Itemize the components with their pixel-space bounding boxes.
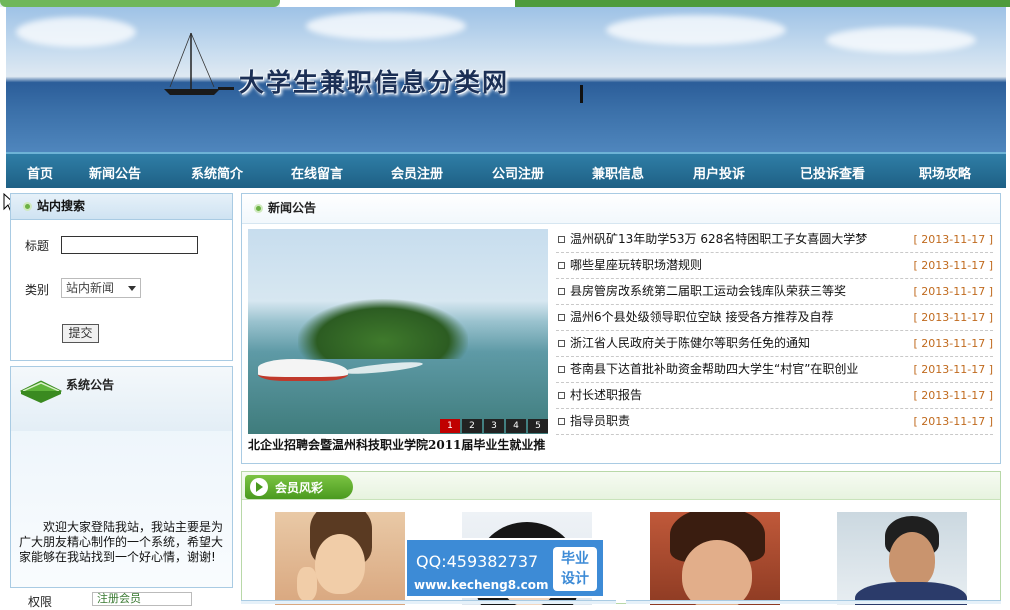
news-item: 县房管房改系统第二届职工运动会钱库队荣获三等奖 [ 2013-11-17 ] [556,279,993,305]
site-title: 大学生兼职信息分类网 [239,68,510,97]
nav-item-member-register[interactable]: 会员注册 [391,163,443,182]
browser-tab-active[interactable] [280,0,515,7]
slideshow-pager: 12345 [438,417,548,433]
browser-tab-strip [0,0,1010,7]
member-photo[interactable] [650,512,780,605]
browser-tab[interactable] [0,0,280,7]
watermark-logo: 毕业 设计 [553,547,597,591]
square-bullet-icon [558,392,565,399]
news-header: 新闻公告 [242,194,1000,224]
nav-item-home[interactable]: 首页 [27,163,53,182]
news-item: 温州矾矿13年助学53万 628名特困职工子女喜圆大学梦 [ 2013-11-17… [556,227,993,253]
news-item: 温州6个县处级领导职位空缺 接受各方推荐及自荐 [ 2013-11-17 ] [556,305,993,331]
members-heading: 会员风彩 [275,481,324,495]
site-search-heading: 站内搜索 [37,199,86,213]
permission-label: 权限 [28,595,53,609]
square-bullet-icon [558,288,565,295]
news-item-title[interactable]: 指导员职责 [570,409,630,434]
sailboat-image [164,32,234,95]
title-label: 标题 [25,239,50,253]
nav-item-career-tips[interactable]: 职场攻略 [919,163,971,182]
nav-item-news[interactable]: 新闻公告 [89,163,141,182]
book-icon [19,380,63,403]
news-item-date: [ 2013-11-17 ] [913,285,993,298]
submit-button[interactable]: 提交 [62,324,99,343]
square-bullet-icon [558,262,565,269]
nav-item-complaint[interactable]: 用户投诉 [693,163,745,182]
watermark-logo-line2: 设计 [561,571,589,587]
site-banner: 大学生兼职信息分类网 [6,7,1006,152]
square-bullet-icon [558,366,565,373]
nav-item-complaint-view[interactable]: 已投诉查看 [800,163,865,182]
system-notice-text: 欢迎大家登陆我站，我站主要是为广大朋友精心制作的一个系统，希望大家能够在我站找到… [19,520,224,564]
slideshow-page-5[interactable]: 5 [528,419,548,433]
news-item-date: [ 2013-11-17 ] [913,389,993,402]
news-item-title[interactable]: 温州6个县处级领导职位空缺 接受各方推荐及自荐 [570,305,833,330]
system-notice-header: 系统公告 [11,367,232,431]
site-search-panel: 站内搜索 标题 类别 站内新闻 提交 [10,193,233,361]
news-panel: 新闻公告 12345 北企业招聘会暨温州科技职业学院2011届毕业生就业推 温州… [241,193,1001,464]
news-item-date: [ 2013-11-17 ] [913,233,993,246]
news-item-title[interactable]: 村长述职报告 [570,383,642,408]
news-item-date: [ 2013-11-17 ] [913,259,993,272]
watermark-badge: QQ:459382737 www.kecheng8.com 毕业 设计 [405,538,605,598]
browser-tab[interactable] [515,0,1010,7]
news-item: 浙江省人民政府关于陈健尔等职务任免的通知 [ 2013-11-17 ] [556,331,993,357]
watermark-url: www.kecheng8.com [414,578,549,592]
square-bullet-icon [558,314,565,321]
news-item-title[interactable]: 哪些星座玩转职场潜规则 [570,253,702,278]
news-item-title[interactable]: 县房管房改系统第二届职工运动会钱库队荣获三等奖 [570,279,846,304]
category-select-value: 站内新闻 [66,281,115,295]
nav-item-about[interactable]: 系统简介 [191,163,243,182]
chevron-down-icon [128,286,136,291]
main-nav: 首页 新闻公告 系统简介 在线留言 会员注册 公司注册 兼职信息 用户投诉 已投… [6,152,1006,188]
member-photo[interactable] [275,512,405,605]
news-item: 哪些星座玩转职场潜规则 [ 2013-11-17 ] [556,253,993,279]
site-search-header: 站内搜索 [11,194,232,220]
news-item-title[interactable]: 浙江省人民政府关于陈健尔等职务任免的通知 [570,331,810,356]
news-item-date: [ 2013-11-17 ] [913,337,993,350]
news-item-title[interactable]: 温州矾矿13年助学53万 628名特困职工子女喜圆大学梦 [570,227,867,252]
news-item: 苍南县下达首批补助资金帮助四大学生“村官”在职创业 [ 2013-11-17 ] [556,357,993,383]
news-item: 村长述职报告 [ 2013-11-17 ] [556,383,993,409]
news-item-date: [ 2013-11-17 ] [913,363,993,376]
news-item-date: [ 2013-11-17 ] [913,311,993,324]
category-select[interactable]: 站内新闻 [61,278,141,298]
square-bullet-icon [558,340,565,347]
news-item-title[interactable]: 苍南县下达首批补助资金帮助四大学生“村官”在职创业 [570,357,858,382]
members-tab[interactable]: 会员风彩 [245,475,353,499]
nav-item-jobs[interactable]: 兼职信息 [592,163,644,182]
nav-item-message[interactable]: 在线留言 [291,163,343,182]
slideshow-page-2[interactable]: 2 [462,419,482,433]
news-list: 温州矾矿13年助学53万 628名特困职工子女喜圆大学梦 [ 2013-11-17… [556,227,993,435]
play-icon [250,478,268,496]
bullet-icon [23,202,32,211]
square-bullet-icon [558,418,565,425]
system-notice-panel: 系统公告 欢迎大家登陆我站，我站主要是为广大朋友精心制作的一个系统，希望大家能够… [10,366,233,588]
nav-item-company-register[interactable]: 公司注册 [492,163,544,182]
members-header: 会员风彩 [242,472,1000,500]
member-photo[interactable] [837,512,967,605]
news-heading: 新闻公告 [268,201,317,215]
slideshow-caption[interactable]: 北企业招聘会暨温州科技职业学院2011届毕业生就业推 [248,436,548,456]
bullet-icon [254,204,263,213]
title-input[interactable] [61,236,198,254]
news-slideshow-image[interactable]: 12345 [248,229,548,434]
bottom-panels-edge [241,600,1001,604]
category-label: 类别 [25,283,50,297]
buoy-image [580,85,583,103]
news-item: 指导员职责 [ 2013-11-17 ] [556,409,993,435]
news-item-date: [ 2013-11-17 ] [913,415,993,428]
slideshow-page-1[interactable]: 1 [440,419,460,433]
slideshow-page-3[interactable]: 3 [484,419,504,433]
watermark-qq: QQ:459382737 [416,552,539,571]
system-notice-heading: 系统公告 [66,378,115,392]
slideshow-page-4[interactable]: 4 [506,419,526,433]
square-bullet-icon [558,236,565,243]
watermark-logo-line1: 毕业 [561,551,589,567]
members-panel: 会员风彩 [241,471,1001,605]
